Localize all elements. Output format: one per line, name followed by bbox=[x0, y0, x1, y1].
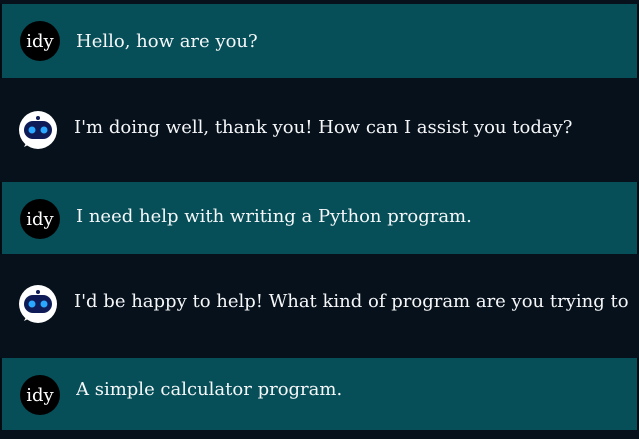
message-row-assistant: I'm doing well, thank you! How can I ass… bbox=[0, 78, 639, 182]
user-avatar: idy bbox=[20, 375, 60, 415]
message-text: Hello, how are you? bbox=[76, 31, 258, 52]
robot-icon bbox=[18, 284, 58, 324]
message-row-user: idy A simple calculator program. bbox=[0, 358, 639, 430]
chat-transcript: idy Hello, how are you? I'm doing well, … bbox=[0, 0, 639, 439]
user-avatar-label: idy bbox=[26, 208, 54, 230]
user-avatar-label: idy bbox=[26, 384, 54, 406]
user-avatar: idy bbox=[20, 21, 60, 61]
message-row-assistant: I'd be happy to help! What kind of progr… bbox=[0, 254, 639, 358]
message-row-user: idy Hello, how are you? bbox=[0, 4, 639, 78]
message-text: I need help with writing a Python progra… bbox=[76, 206, 472, 227]
message-text: I'm doing well, thank you! How can I ass… bbox=[74, 117, 573, 138]
message-text: A simple calculator program. bbox=[76, 379, 343, 400]
robot-icon-svg bbox=[19, 285, 57, 323]
message-row-user: idy I need help with writing a Python pr… bbox=[0, 182, 639, 254]
robot-icon-svg bbox=[19, 111, 57, 149]
user-avatar-label: idy bbox=[26, 30, 54, 52]
user-avatar: idy bbox=[20, 199, 60, 239]
message-text: I'd be happy to help! What kind of progr… bbox=[74, 291, 631, 312]
robot-icon bbox=[18, 110, 58, 150]
